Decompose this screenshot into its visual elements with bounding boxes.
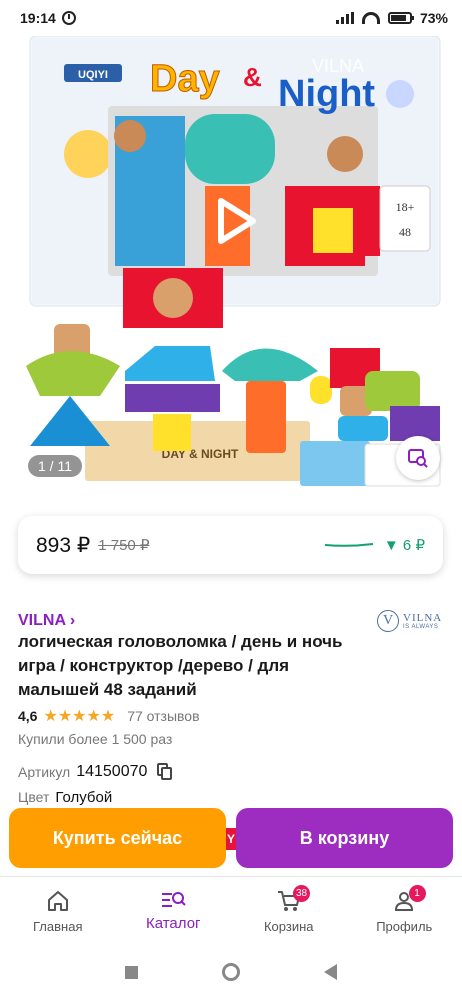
bought-count: Купили более 1 500 раз (18, 731, 173, 747)
price-current: 893 ₽ (36, 533, 91, 557)
buy-now-button[interactable]: Купить сейчас (9, 808, 226, 868)
brand-logo-name: VILNA (403, 612, 443, 624)
brand-logo[interactable]: V VILNA IS ALWAYS (377, 606, 443, 636)
nav-label-profile: Профиль (376, 919, 433, 934)
box-count-text: 48 (399, 225, 411, 239)
price-history[interactable]: ▼ 6 ₽ (324, 536, 425, 554)
nav-label-catalog: Каталог (145, 915, 201, 932)
brand-logo-mark: V (377, 610, 399, 632)
price-old: 1 750 ₽ (98, 537, 150, 554)
hidden-badge: Y (226, 828, 236, 850)
article-row: Артикул 14150070 (18, 763, 173, 781)
play-icon (218, 198, 256, 244)
brand-link[interactable]: VILNA › (18, 612, 75, 630)
rating-value: 4,6 (18, 708, 38, 724)
status-time: 19:14 (20, 10, 56, 26)
product-title: логическая головоломка / день и ночь игр… (18, 632, 343, 699)
wifi-icon (361, 12, 380, 24)
recents-icon[interactable] (125, 965, 138, 979)
system-nav-bar (0, 944, 462, 1000)
add-to-cart-button[interactable]: В корзину (236, 808, 453, 868)
copy-icon[interactable] (157, 763, 173, 781)
status-right: 73% (335, 10, 448, 26)
article-label: Артикул (18, 764, 71, 780)
home-icon (46, 889, 70, 913)
watermark-text: VILNA (312, 56, 364, 76)
catalog-search-icon (160, 889, 186, 913)
color-value: Голубой (55, 789, 113, 806)
box-age-text: 18+ (396, 200, 415, 214)
price-drop: ▼ 6 ₽ (383, 537, 425, 554)
battery-percent: 73% (419, 10, 448, 26)
product-gallery[interactable]: 18+ 48 UQIYI Day & Night VILNA DAY & NIG… (0, 36, 462, 496)
home-circle-icon[interactable] (222, 963, 240, 981)
image-counter: 1 / 11 (28, 455, 82, 477)
color-row: Цвет Голубой (18, 789, 112, 806)
box-brand-text: UQIYI (78, 69, 108, 81)
image-search-icon (408, 449, 428, 468)
product-image: 18+ 48 UQIYI Day & Night VILNA DAY & NIG… (26, 36, 441, 487)
price-card[interactable]: 893 ₽ 1 750 ₽ ▼ 6 ₽ (18, 516, 443, 574)
box-title-amp: & (243, 62, 262, 92)
play-video-button[interactable] (203, 191, 263, 251)
brand-logo-tag: IS ALWAYS (403, 624, 439, 630)
box-title-day: Day (150, 58, 220, 100)
nav-label-cart: Корзина (263, 919, 314, 934)
cart-badge: 38 (293, 885, 311, 902)
profile-badge: 1 (408, 885, 426, 902)
nav-item-home[interactable]: Главная (0, 877, 116, 944)
price-trend-line-icon (324, 543, 374, 547)
box-title-night: Night (278, 73, 375, 115)
image-search-button[interactable] (396, 436, 440, 480)
nav-item-cart[interactable]: 38 Корзина (231, 877, 347, 944)
article-value: 14150070 (76, 763, 148, 780)
status-bar: 19:14 73% (0, 0, 462, 36)
nav-item-catalog[interactable]: Каталог (116, 877, 232, 944)
rating-stars-icon: ★★★★★ (43, 708, 116, 725)
bottom-nav: Главная Каталог 38 Корзина 1 Профиль (0, 876, 462, 944)
signal-icon (335, 12, 354, 24)
nav-label-home: Главная (33, 919, 83, 934)
back-icon[interactable] (324, 964, 337, 980)
alarm-icon (61, 11, 76, 25)
rating-row[interactable]: 4,6 ★★★★★ 77 отзывов (18, 706, 200, 726)
color-label: Цвет (18, 789, 50, 805)
reviews-count[interactable]: 77 отзывов (127, 708, 199, 724)
battery-icon (387, 12, 414, 24)
nav-item-profile[interactable]: 1 Профиль (347, 877, 462, 944)
